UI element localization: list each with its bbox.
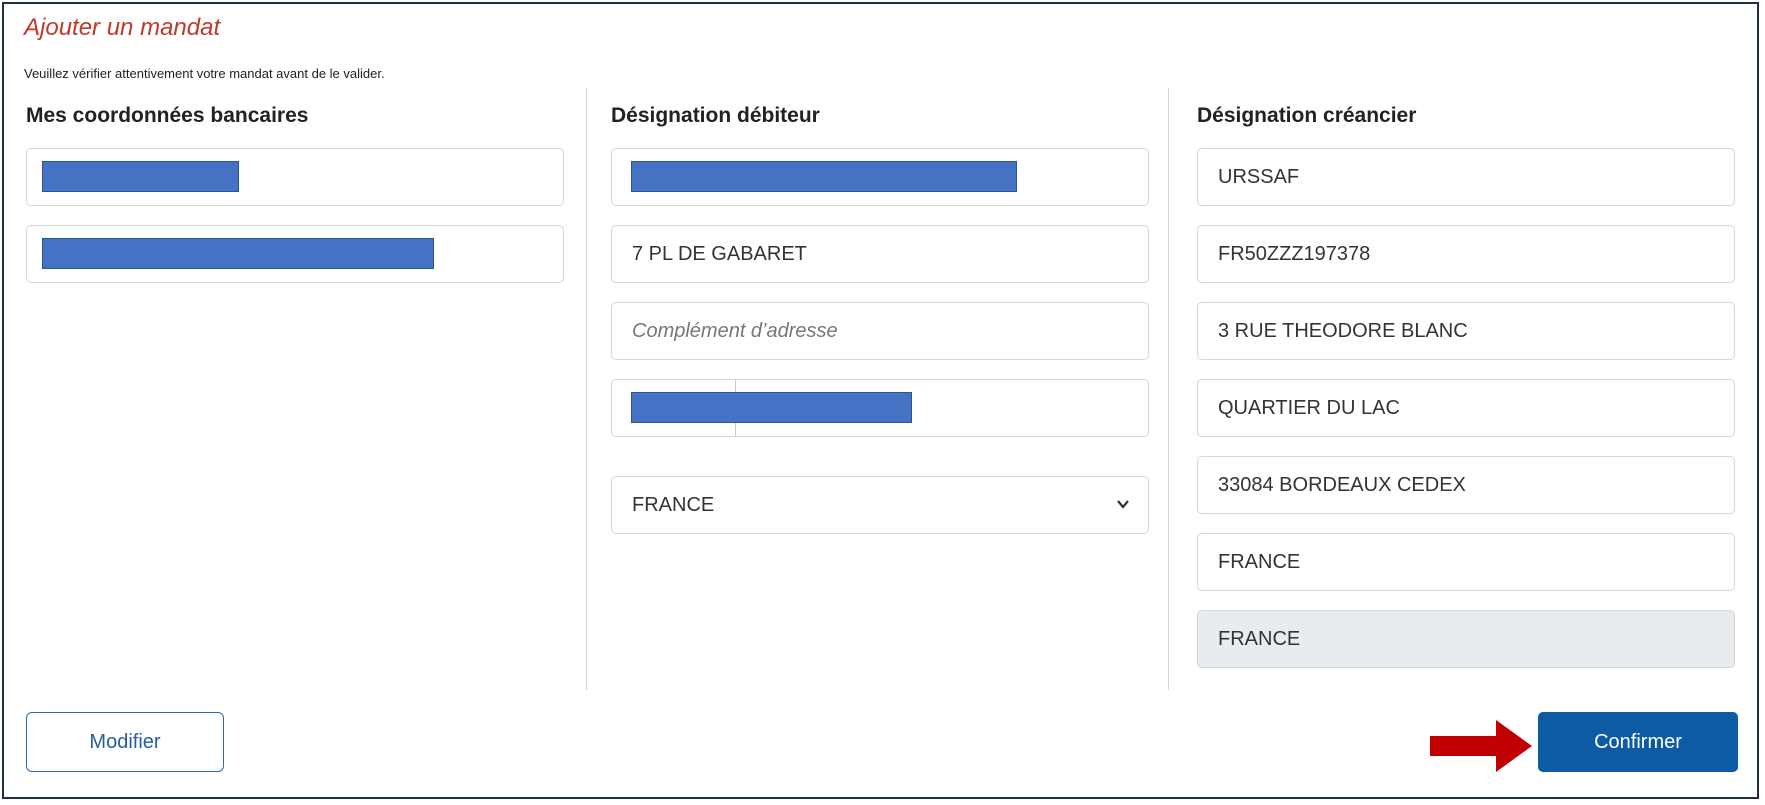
- arrow-right-icon: [1430, 720, 1532, 772]
- column-divider: [1168, 88, 1169, 690]
- debtor-name-field[interactable]: [611, 148, 1149, 206]
- bank-details-heading: Mes coordonnées bancaires: [26, 104, 309, 127]
- creditor-postal-city-field[interactable]: 33084 BORDEAUX CEDEX: [1197, 456, 1735, 514]
- column-divider: [586, 88, 587, 690]
- creditor-name-field[interactable]: URSSAF: [1197, 148, 1735, 206]
- creditor-identifier-field[interactable]: FR50ZZZ197378: [1197, 225, 1735, 283]
- creditor-heading: Désignation créancier: [1197, 104, 1417, 127]
- debtor-address-complement-field[interactable]: Complément d’adresse: [611, 302, 1149, 360]
- redacted-block: [631, 161, 1017, 192]
- debtor-address-field[interactable]: 7 PL DE GABARET: [611, 225, 1149, 283]
- bank-account-holder-field[interactable]: [26, 148, 564, 206]
- redacted-block: [631, 392, 912, 423]
- creditor-district-field[interactable]: QUARTIER DU LAC: [1197, 379, 1735, 437]
- debtor-postcode-city-field[interactable]: [611, 379, 1149, 437]
- creditor-country-field[interactable]: FRANCE: [1197, 533, 1735, 591]
- debtor-heading: Désignation débiteur: [611, 104, 820, 127]
- redacted-block: [42, 161, 239, 192]
- chevron-down-icon: [1117, 500, 1129, 509]
- creditor-street-field[interactable]: 3 RUE THEODORE BLANC: [1197, 302, 1735, 360]
- page-title: Ajouter un mandat: [24, 14, 221, 41]
- redacted-block: [42, 238, 434, 269]
- verification-instruction: Veuillez vérifier attentivement votre ma…: [24, 66, 385, 81]
- debtor-country-select[interactable]: FRANCE: [611, 476, 1149, 534]
- debtor-country-value: FRANCE: [632, 493, 715, 516]
- confirm-button[interactable]: Confirmer: [1538, 712, 1738, 772]
- bank-iban-field[interactable]: [26, 225, 564, 283]
- modify-button[interactable]: Modifier: [26, 712, 224, 772]
- creditor-country-readonly-field: FRANCE: [1197, 610, 1735, 668]
